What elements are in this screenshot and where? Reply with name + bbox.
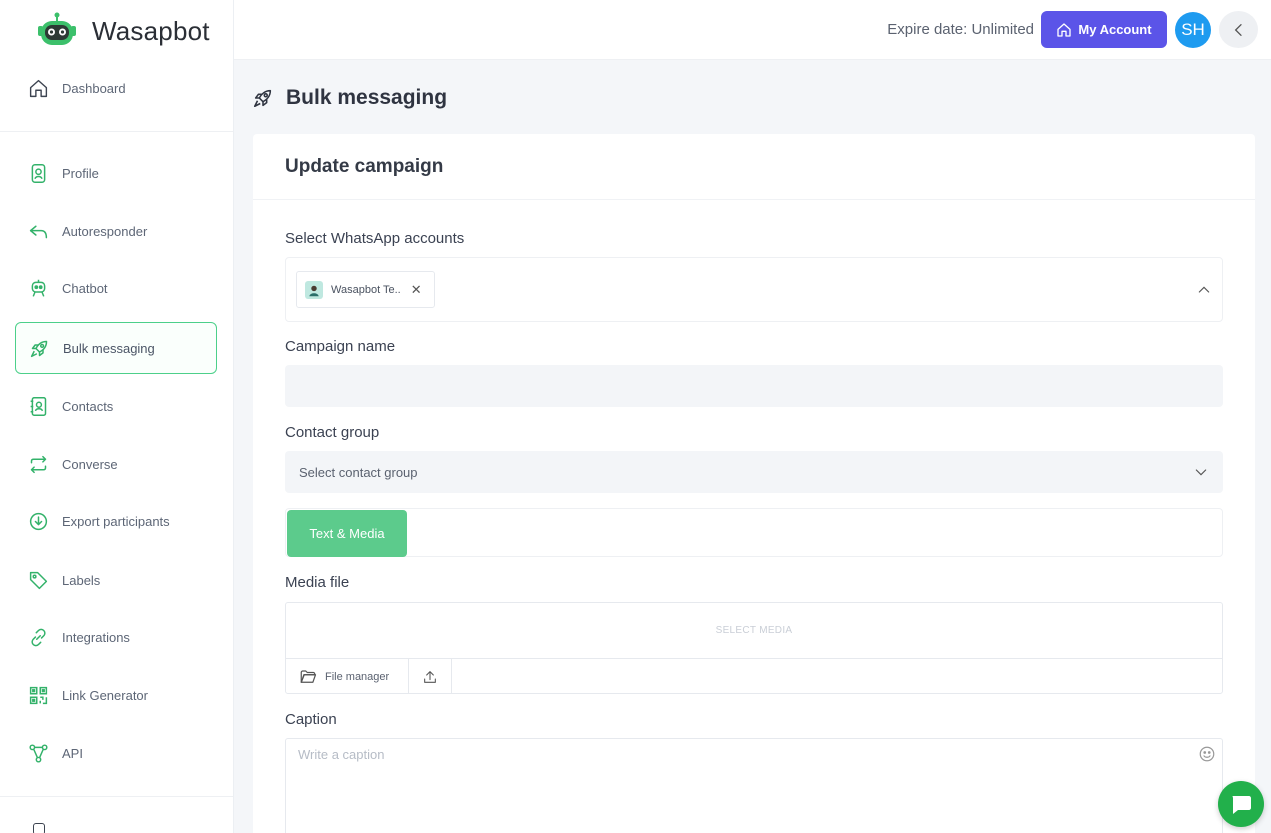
media-file-label: Media file bbox=[285, 574, 350, 591]
exchange-icon bbox=[27, 453, 49, 475]
sidebar: Wasapbot Dashboard Profile Autoresponder… bbox=[0, 0, 234, 833]
chevron-left-icon bbox=[1234, 23, 1242, 36]
home-icon bbox=[1057, 22, 1072, 37]
contacts-icon bbox=[27, 395, 49, 417]
brand-name: Wasapbot bbox=[92, 15, 210, 46]
file-manager-button[interactable]: File manager bbox=[286, 659, 409, 694]
sidebar-item-labels[interactable]: Labels bbox=[15, 554, 217, 606]
my-account-button[interactable]: My Account bbox=[1041, 11, 1167, 48]
upload-icon bbox=[424, 670, 436, 683]
topbar: Expire date: Unlimited My Account SH bbox=[234, 0, 1271, 60]
contact-group-select[interactable]: Select contact group bbox=[285, 451, 1223, 493]
account-chip-label: Wasapbot Te.. bbox=[331, 283, 401, 296]
sidebar-item-label: Export participants bbox=[62, 513, 170, 529]
select-media-dropzone[interactable]: SELECT MEDIA bbox=[286, 603, 1222, 659]
avatar[interactable]: SH bbox=[1175, 12, 1211, 48]
rocket-icon bbox=[28, 337, 50, 359]
campaign-name-input[interactable] bbox=[285, 365, 1223, 407]
sidebar-divider bbox=[0, 131, 233, 132]
robot-logo-icon bbox=[38, 12, 76, 45]
chevron-up-icon[interactable] bbox=[1196, 282, 1212, 298]
sidebar-item-label: Contacts bbox=[62, 398, 114, 414]
chat-bubble-icon bbox=[1232, 796, 1251, 814]
contact-group-label: Contact group bbox=[285, 424, 380, 441]
sidebar-item-label: Labels bbox=[62, 572, 101, 588]
brand[interactable]: Wasapbot bbox=[34, 12, 210, 50]
upload-button[interactable] bbox=[409, 659, 452, 694]
file-manager-label: File manager bbox=[325, 670, 390, 683]
account-chip[interactable]: Wasapbot Te.. ✕ bbox=[296, 271, 435, 308]
rocket-icon bbox=[253, 89, 272, 108]
sidebar-item-label: Dashboard bbox=[62, 80, 126, 96]
sidebar-item-export-participants[interactable]: Export participants bbox=[15, 495, 217, 547]
campaign-name-label: Campaign name bbox=[285, 338, 396, 355]
media-file-box: SELECT MEDIA File manager bbox=[285, 602, 1223, 694]
sidebar-item-dashboard[interactable]: Dashboard bbox=[15, 62, 217, 114]
expire-date: Expire date: Unlimited bbox=[887, 21, 1034, 38]
card-title: Update campaign bbox=[285, 155, 444, 177]
contact-group-placeholder: Select contact group bbox=[299, 464, 418, 480]
chat-support-button[interactable] bbox=[1218, 781, 1264, 827]
sidebar-divider bbox=[0, 796, 233, 797]
emoji-icon[interactable] bbox=[1198, 745, 1216, 763]
sidebar-item-bulk-messaging[interactable]: Bulk messaging bbox=[15, 322, 217, 374]
folder-icon bbox=[300, 669, 317, 683]
reply-icon bbox=[27, 220, 49, 242]
sidebar-item-label: Integrations bbox=[62, 629, 130, 645]
sidebar-item-integrations[interactable]: Integrations bbox=[15, 611, 217, 663]
sidebar-item-autoresponder[interactable]: Autoresponder bbox=[15, 205, 217, 257]
sidebar-item-label: Link Generator bbox=[62, 687, 148, 703]
remove-account-icon[interactable]: ✕ bbox=[411, 282, 422, 298]
sidebar-item-chatbot[interactable]: Chatbot bbox=[15, 262, 217, 314]
page-title: Bulk messaging bbox=[286, 86, 448, 109]
tag-icon bbox=[27, 569, 49, 591]
card-header: Update campaign bbox=[253, 134, 1255, 200]
link-icon bbox=[27, 626, 49, 648]
sidebar-item-label: Converse bbox=[62, 456, 118, 472]
robot-icon bbox=[27, 277, 49, 299]
sidebar-item-label: API bbox=[62, 745, 83, 761]
sidebar-item-label: Chatbot bbox=[62, 280, 108, 296]
sidebar-item-profile[interactable]: Profile bbox=[15, 147, 217, 199]
sidebar-item-converse[interactable]: Converse bbox=[15, 438, 217, 490]
home-icon bbox=[27, 77, 49, 99]
my-account-label: My Account bbox=[1078, 22, 1152, 37]
chevron-down-icon bbox=[1195, 469, 1207, 476]
sidebar-item-label: Profile bbox=[62, 165, 99, 181]
caption-label: Caption bbox=[285, 711, 337, 728]
accounts-select[interactable]: Wasapbot Te.. ✕ bbox=[285, 257, 1223, 322]
sidebar-item-link-generator[interactable]: Link Generator bbox=[15, 669, 217, 721]
api-icon bbox=[27, 742, 49, 764]
page-header: Bulk messaging bbox=[252, 86, 447, 110]
sidebar-footer-icon[interactable] bbox=[33, 823, 45, 833]
accounts-label: Select WhatsApp accounts bbox=[285, 230, 465, 247]
campaign-card: Update campaign Select WhatsApp accounts… bbox=[253, 134, 1255, 833]
caption-input[interactable] bbox=[286, 739, 1222, 833]
tab-text-media[interactable]: Text & Media bbox=[287, 510, 407, 557]
account-avatar bbox=[305, 280, 323, 299]
profile-icon bbox=[27, 162, 49, 184]
download-icon bbox=[27, 510, 49, 532]
message-type-tabs: Text & Media bbox=[285, 508, 1223, 557]
sidebar-item-contacts[interactable]: Contacts bbox=[15, 380, 217, 432]
sidebar-item-label: Autoresponder bbox=[62, 223, 148, 239]
caption-box bbox=[285, 738, 1223, 833]
qr-icon bbox=[27, 684, 49, 706]
collapse-sidebar-button[interactable] bbox=[1219, 11, 1258, 48]
sidebar-item-label: Bulk messaging bbox=[63, 340, 155, 356]
media-toolbar: File manager bbox=[286, 659, 1222, 694]
sidebar-item-api[interactable]: API bbox=[15, 727, 217, 779]
